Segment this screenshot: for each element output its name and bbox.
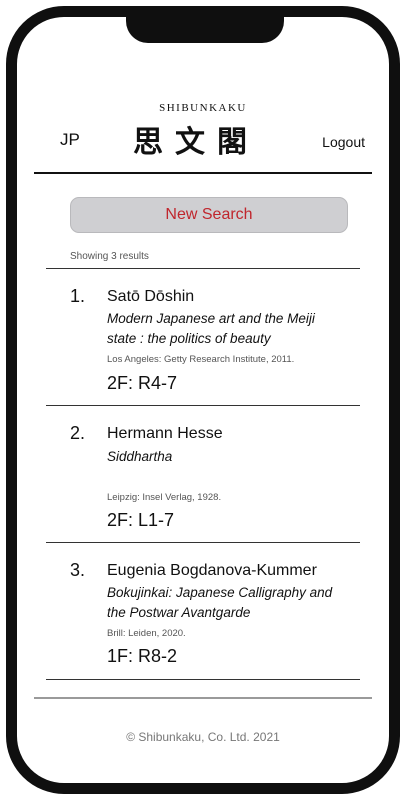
brand-small-text: SHIBUNKAKU <box>159 102 247 114</box>
phone-frame: SHIBUNKAKU 思文閣 JP Logout New Search Show… <box>6 6 400 794</box>
result-publication: Leipzig: Insel Verlag, 1928. <box>107 492 222 503</box>
result-location: 2F: R4-7 <box>107 373 178 393</box>
result-publication: Los Angeles: Getty Research Institute, 2… <box>107 354 295 365</box>
results-divider <box>46 679 360 680</box>
result-item[interactable]: 2. Hermann Hesse Siddhartha Leipzig: Ins… <box>46 406 360 543</box>
app-header: SHIBUNKAKU 思文閣 JP Logout <box>17 17 389 177</box>
result-author: Hermann Hesse <box>107 425 223 442</box>
result-title: Bokujinkai: Japanese Calligraphy and the… <box>107 585 333 620</box>
result-number: 1. <box>70 286 86 306</box>
brand-logo: 思文閣 <box>133 125 259 160</box>
result-author: Eugenia Bogdanova-Kummer <box>107 562 317 579</box>
result-location: 2F: L1-7 <box>107 510 175 530</box>
logout-link[interactable]: Logout <box>322 134 365 150</box>
result-item[interactable]: 1. Satō Dōshin Modern Japanese art and t… <box>46 269 360 405</box>
header-divider <box>34 172 372 174</box>
result-location: 1F: R8-2 <box>107 646 178 666</box>
result-title: Siddhartha <box>107 449 173 464</box>
result-number: 3. <box>70 560 86 580</box>
result-author: Satō Dōshin <box>107 288 195 305</box>
new-search-button[interactable]: New Search <box>70 197 348 233</box>
language-toggle[interactable]: JP <box>60 130 80 150</box>
footer-copyright: © Shibunkaku, Co. Ltd. 2021 <box>126 730 280 744</box>
result-publication: Brill: Leiden, 2020. <box>107 628 186 639</box>
footer-divider <box>34 697 372 699</box>
result-title: Modern Japanese art and the Meiji state … <box>107 311 315 346</box>
results-summary: Showing 3 results <box>70 251 149 262</box>
result-item[interactable]: 3. Eugenia Bogdanova-Kummer Bokujinkai: … <box>46 543 360 679</box>
result-number: 2. <box>70 423 86 443</box>
